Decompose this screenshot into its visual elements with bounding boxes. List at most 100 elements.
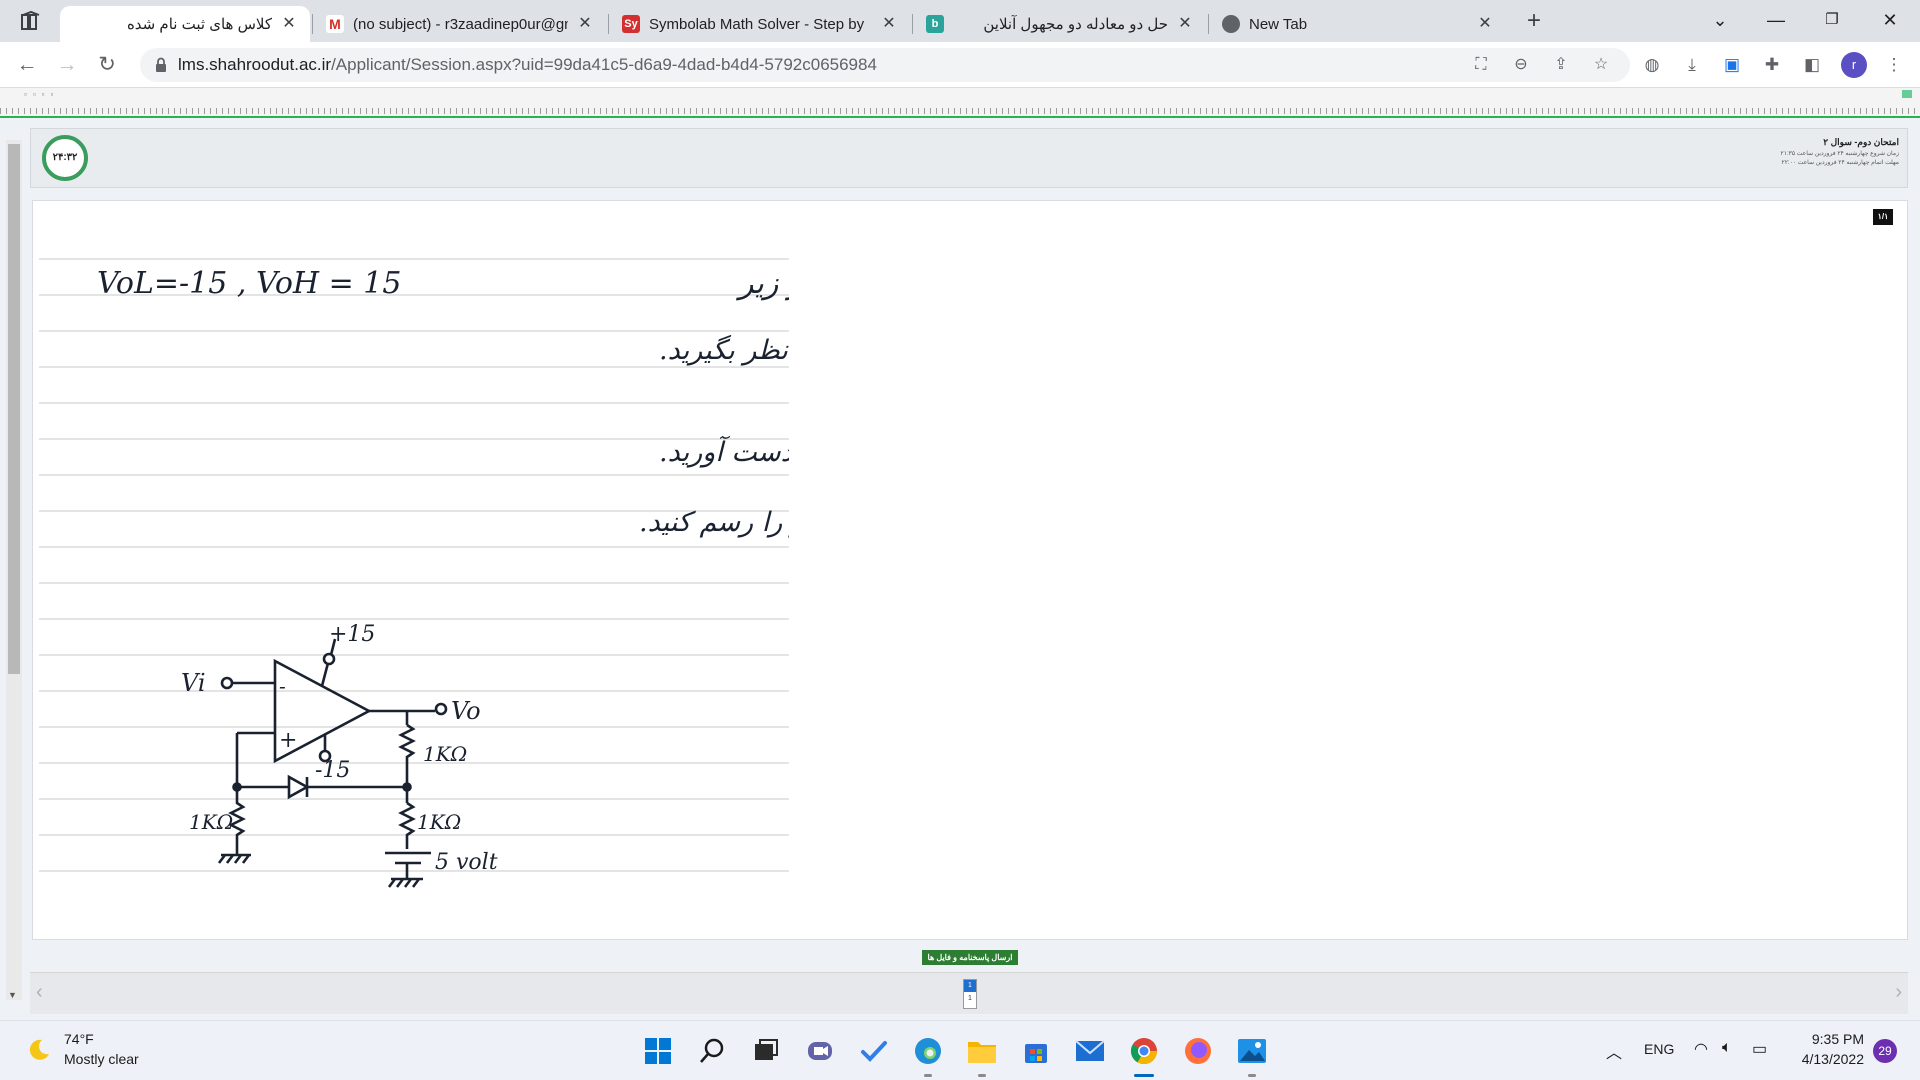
tab-title: Symbolab Math Solver - Step by — [649, 15, 865, 33]
vertical-scrollbar[interactable]: ▼ — [6, 140, 22, 1000]
start-windows-icon[interactable] — [640, 1033, 676, 1069]
tab-separator — [312, 14, 313, 34]
close-window-button[interactable]: ✕ — [1870, 4, 1910, 36]
weather-temperature[interactable]: 74°F — [64, 1031, 94, 1047]
extensions-puzzle-icon[interactable]: ✚ — [1760, 53, 1784, 77]
tab-new-tab[interactable]: New Tab ✕ — [1210, 6, 1506, 42]
close-icon[interactable]: ✕ — [280, 15, 298, 33]
task-view-icon[interactable] — [748, 1033, 784, 1069]
restore-button[interactable]: ❐ — [1812, 4, 1852, 36]
windows-taskbar: 74°F Mostly clear ︿ ENG ◠ 🔈︎ ▭ 9:35 PM 4… — [0, 1020, 1920, 1080]
label-vo: Vo — [451, 697, 481, 725]
zoom-icon[interactable]: ⊖ — [1510, 54, 1532, 76]
label-r1: 1KΩ — [189, 810, 233, 834]
close-icon[interactable]: ✕ — [576, 15, 594, 33]
question-line-1-ltr: VoL=-15 , VoH = 15 — [97, 266, 401, 301]
countdown-timer: ۲۴:۳۲ — [42, 135, 88, 181]
tab-search-chevron-icon[interactable]: ⌄ — [1700, 4, 1740, 36]
url-path: /Applicant/Session.aspx?uid=99da41c5-d6a… — [331, 55, 877, 74]
firefox-icon[interactable] — [1180, 1033, 1216, 1069]
tab-groups-icon[interactable] — [20, 10, 48, 32]
reload-button[interactable]: ↻ — [92, 50, 122, 80]
tab-title: New Tab — [1249, 15, 1308, 33]
page-total: 1 — [968, 995, 972, 1002]
new-tab-button[interactable]: + — [1520, 8, 1548, 36]
lock-icon[interactable] — [152, 56, 170, 74]
toolbar-ruler: ▫▫▫▫ — [0, 88, 1920, 118]
search-icon[interactable] — [694, 1033, 730, 1069]
back-button[interactable]: ← — [12, 50, 42, 80]
label-plus15: +15 — [329, 622, 375, 647]
question-panel: ۱/۱ ۲) در مدار اشمیت تریگر زیر VoL=-15 ,… — [32, 200, 1908, 940]
volume-icon[interactable]: 🔈︎ — [1722, 1039, 1732, 1057]
question-line-1-rtl: ۲) در مدار اشمیت تریگر زیر — [735, 266, 789, 301]
page-indicator[interactable]: 1 1 — [963, 979, 977, 1009]
clock-time[interactable]: 9:35 PM — [1804, 1031, 1864, 1047]
mail-icon[interactable] — [1072, 1033, 1108, 1069]
store-icon[interactable] — [1018, 1033, 1054, 1069]
close-icon[interactable]: ✕ — [1476, 15, 1494, 33]
symbolab-icon: Sy — [622, 15, 640, 33]
share-icon[interactable]: ⇪ — [1550, 54, 1572, 76]
wifi-icon[interactable]: ◠ — [1694, 1039, 1708, 1059]
chevron-up-icon[interactable]: ︿ — [1606, 1039, 1622, 1063]
tab-separator — [608, 14, 609, 34]
tab-equation-solver[interactable]: b حل دو معادله دو مجهول آنلاین ✕ — [914, 6, 1206, 42]
mini-toolbar-icons[interactable]: ▫▫▫▫ — [24, 90, 59, 99]
browser-toolbar: ← → ↻ lms.shahroodut.ac.ir/Applicant/Ses… — [0, 42, 1920, 88]
tab-enrolled-classes[interactable]: کلاس های ثبت نام شده ✕ — [60, 6, 310, 42]
tab-title: کلاس های ثبت نام شده — [126, 16, 272, 33]
chrome-taskbar-icon[interactable] — [1126, 1033, 1162, 1077]
language-indicator[interactable]: ENG — [1644, 1041, 1674, 1057]
tab-strip: کلاس های ثبت نام شده ✕ M (no subject) - … — [0, 0, 1920, 42]
pager-prev-icon[interactable]: ‹ — [36, 981, 43, 1004]
running-indicator — [978, 1074, 986, 1077]
tab-symbolab[interactable]: Sy Symbolab Math Solver - Step by ✕ — [610, 6, 910, 42]
battery-icon[interactable]: ▭ — [1752, 1039, 1767, 1059]
edge-icon[interactable] — [910, 1033, 946, 1077]
bookmark-star-icon[interactable]: ☆ — [1590, 54, 1612, 76]
side-panel-icon[interactable]: ◧ — [1800, 53, 1824, 77]
globe-icon[interactable]: ◍ — [1640, 53, 1664, 77]
label-noninverting: + — [279, 728, 297, 753]
ruler-ticks — [0, 108, 1920, 114]
scrollbar-thumb[interactable] — [8, 144, 20, 674]
clock-date[interactable]: 4/13/2022 — [1792, 1051, 1864, 1067]
translate-icon[interactable]: ⛶ — [1470, 54, 1492, 76]
question-line-3: الف) سطوح مقایسه پائین و بالای مقایسه کن… — [659, 435, 789, 468]
submit-answers-button[interactable]: ارسال پاسخنامه و فایل ها — [922, 950, 1018, 965]
profile-avatar[interactable]: r — [1841, 52, 1867, 78]
weather-description[interactable]: Mostly clear — [64, 1051, 139, 1067]
notification-badge[interactable]: 29 — [1873, 1039, 1897, 1063]
close-icon[interactable]: ✕ — [880, 15, 898, 33]
label-r2: 1KΩ — [423, 742, 467, 766]
photos-icon[interactable] — [1234, 1033, 1270, 1077]
close-icon[interactable]: ✕ — [1176, 15, 1194, 33]
tab-gmail[interactable]: M (no subject) - r3zaadinep0ur@gm ✕ — [314, 6, 606, 42]
google-translate-icon[interactable]: ▣ — [1720, 53, 1744, 77]
horizontal-pager: ‹ 1 1 › — [30, 972, 1908, 1014]
page-current: 1 — [964, 980, 976, 992]
download-icon[interactable]: ⤓ — [1680, 53, 1704, 77]
label-inverting: - — [279, 674, 286, 698]
tab-title: حل دو معادله دو مجهول آنلاین — [983, 16, 1168, 33]
moon-icon[interactable] — [26, 1037, 52, 1063]
address-bar[interactable]: lms.shahroodut.ac.ir/Applicant/Session.a… — [140, 48, 1630, 82]
todo-icon[interactable] — [856, 1033, 892, 1069]
pager-next-icon[interactable]: › — [1895, 981, 1902, 1004]
teams-chat-icon[interactable] — [802, 1033, 838, 1069]
question-line-2: ولت و افت دیود در حالت وصل را 0.7 ولت در… — [659, 334, 789, 366]
running-indicator — [1248, 1074, 1256, 1077]
label-minus15: -15 — [315, 758, 350, 783]
file-explorer-icon[interactable] — [964, 1033, 1000, 1077]
exam-title: امتحان دوم- سوال ۲ — [1823, 137, 1899, 147]
forward-button[interactable]: → — [52, 50, 82, 80]
url-text[interactable]: lms.shahroodut.ac.ir/Applicant/Session.a… — [178, 48, 877, 82]
ruler-end-icon[interactable] — [1902, 90, 1912, 98]
minimize-button[interactable]: — — [1756, 4, 1796, 36]
running-indicator — [924, 1074, 932, 1077]
menu-kebab-icon[interactable]: ⋮ — [1882, 53, 1906, 77]
label-r3: 1KΩ — [417, 810, 461, 834]
label-vi: Vi — [181, 669, 206, 697]
scroll-down-arrow-icon[interactable]: ▼ — [8, 990, 17, 1000]
